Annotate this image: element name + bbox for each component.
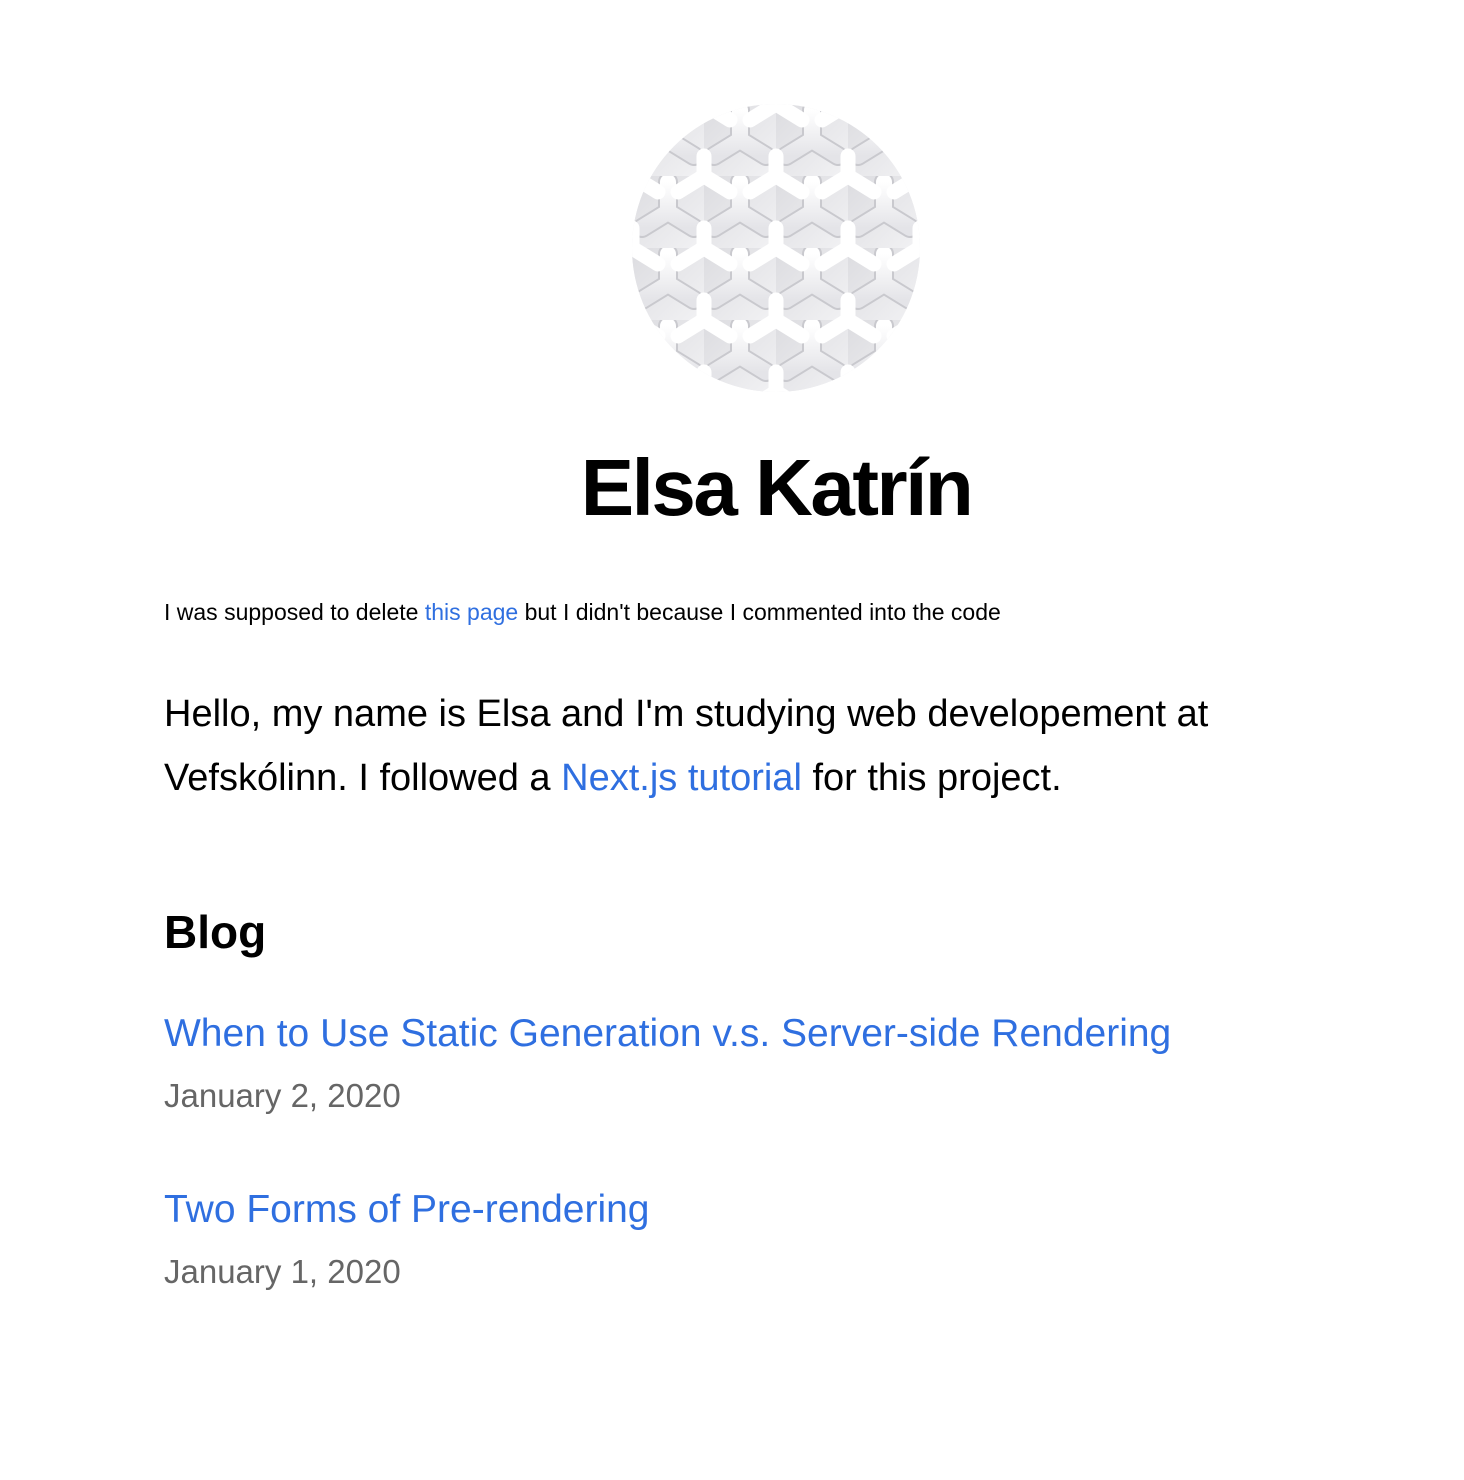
- page: Elsa Katrín I was supposed to delete thi…: [0, 0, 1464, 1480]
- intro-text-after: for this project.: [801, 757, 1062, 799]
- profile-avatar: [632, 104, 920, 392]
- intro-paragraph: Hello, my name is Elsa and I'm studying …: [164, 682, 1344, 810]
- this-page-link[interactable]: this page: [425, 599, 518, 625]
- profile-name: Elsa Katrín: [580, 443, 974, 532]
- woven-pattern-image: [632, 104, 920, 392]
- post-title-link[interactable]: Two Forms of Pre-rendering: [164, 1182, 650, 1238]
- nextjs-tutorial-link[interactable]: Next.js tutorial: [561, 757, 802, 799]
- post-date: January 2, 2020: [164, 1077, 401, 1114]
- list-item: When to Use Static Generation v.s. Serve…: [164, 1006, 1171, 1118]
- post-date: January 1, 2020: [164, 1253, 401, 1290]
- note-text-before: I was supposed to delete: [164, 599, 425, 625]
- list-item: Two Forms of Pre-rendering January 1, 20…: [164, 1182, 650, 1294]
- blog-heading: Blog: [164, 906, 267, 958]
- note-text-after: but I didn't because I commented into th…: [518, 599, 1001, 625]
- delete-note: I was supposed to delete this page but I…: [164, 596, 1001, 628]
- post-title-link[interactable]: When to Use Static Generation v.s. Serve…: [164, 1006, 1171, 1062]
